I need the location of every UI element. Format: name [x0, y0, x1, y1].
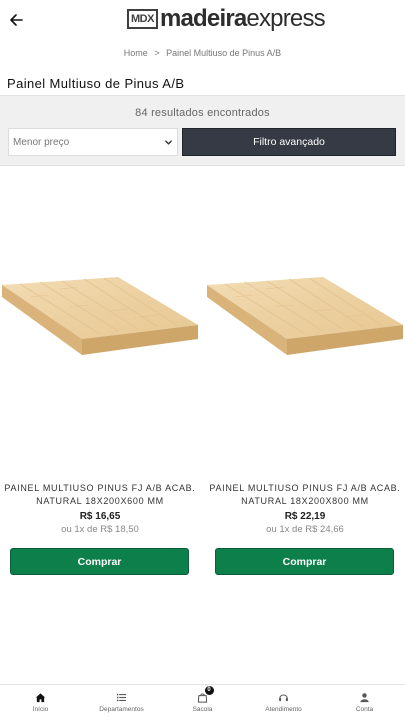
user-icon	[358, 690, 372, 704]
product-installment: ou 1x de R$ 18,50	[61, 524, 139, 535]
back-button[interactable]	[6, 10, 26, 30]
page-title: Painel Multiuso de Pinus A/B	[7, 76, 185, 91]
logo-word-express: express	[246, 5, 325, 32]
home-icon	[34, 690, 48, 704]
breadcrumb-current: Painel Multiuso de Pinus A/B	[166, 48, 282, 58]
buy-button[interactable]: Comprar	[215, 548, 394, 575]
brand-logo[interactable]: MDX madeiraexpress	[127, 2, 326, 36]
product-card: PAINEL MULTIUSO PINUS FJ A/B ACAB. NATUR…	[0, 167, 200, 587]
chevron-down-icon	[165, 140, 172, 145]
nav-label: Sacola	[192, 706, 213, 713]
list-icon	[115, 690, 129, 704]
nav-label: Conta	[355, 706, 374, 713]
nav-item-account[interactable]: Conta	[324, 685, 405, 720]
sort-selected-value: Menor preço	[13, 136, 70, 148]
sort-select[interactable]: Menor preço	[8, 128, 178, 156]
breadcrumb-home[interactable]: Home	[124, 48, 148, 58]
product-image[interactable]	[205, 267, 405, 377]
logo-badge: MDX	[127, 9, 158, 29]
app-header: MDX madeiraexpress	[0, 0, 405, 42]
breadcrumb: Home > Painel Multiuso de Pinus A/B	[0, 48, 405, 58]
bag-count-badge: 0	[204, 686, 214, 695]
headset-icon	[277, 690, 291, 704]
nav-label: Início	[32, 706, 49, 713]
nav-item-departments[interactable]: Departamentos	[81, 685, 162, 720]
product-name[interactable]: PAINEL MULTIUSO PINUS FJ A/B ACAB. NATUR…	[0, 482, 200, 508]
breadcrumb-separator: >	[154, 48, 160, 58]
nav-item-bag[interactable]: 0 Sacola	[162, 685, 243, 720]
nav-label: Atendimento	[265, 706, 302, 713]
nav-item-home[interactable]: Início	[0, 685, 81, 720]
product-card: PAINEL MULTIUSO PINUS FJ A/B ACAB. NATUR…	[205, 167, 405, 587]
nav-item-support[interactable]: Atendimento	[243, 685, 324, 720]
product-name[interactable]: PAINEL MULTIUSO PINUS FJ A/B ACAB. NATUR…	[205, 482, 405, 508]
buy-button[interactable]: Comprar	[10, 548, 189, 575]
logo-wordmark: madeiraexpress	[159, 5, 326, 33]
product-image[interactable]	[0, 267, 200, 377]
product-price: R$ 22,19	[284, 511, 326, 522]
filter-panel: 84 resultados encontrados Menor preço Fi…	[0, 95, 405, 166]
product-installment: ou 1x de R$ 24,66	[266, 524, 344, 535]
product-price: R$ 16,65	[79, 511, 121, 522]
advanced-filter-button[interactable]: Filtro avançado	[182, 128, 396, 156]
result-count: 84 resultados encontrados	[135, 107, 270, 119]
nav-label: Departamentos	[99, 706, 144, 713]
bottom-nav: Início Departamentos 0 Sacola Atendiment…	[0, 684, 405, 720]
logo-word-madeira: madeira	[159, 5, 247, 32]
arrow-left-icon	[10, 14, 23, 26]
